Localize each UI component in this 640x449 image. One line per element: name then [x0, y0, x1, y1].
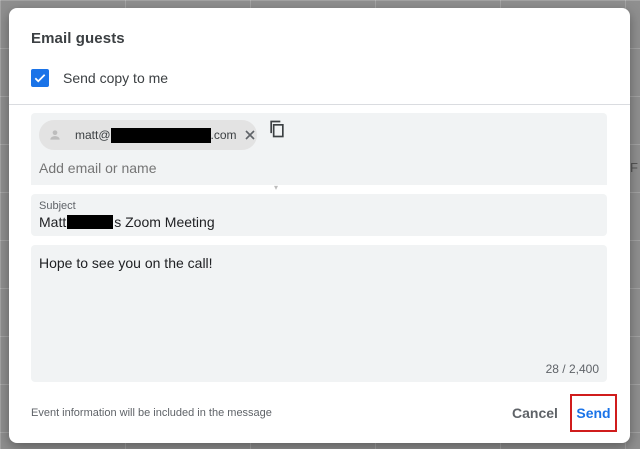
subject-field[interactable]: Subject Matt s Zoom Meeting [31, 194, 607, 236]
background-fragment: F [630, 160, 638, 175]
recipient-email: matt@ .com [75, 127, 237, 143]
redaction-bar [110, 127, 211, 143]
add-email-input[interactable] [39, 160, 339, 176]
subject-value-prefix: Matt [39, 214, 67, 230]
dialog-title: Email guests [31, 30, 125, 47]
recipient-chip[interactable]: matt@ .com [39, 120, 257, 150]
message-field[interactable]: Hope to see you on the call! 28 / 2,400 [31, 245, 607, 382]
redaction-bar [67, 215, 114, 229]
person-icon [45, 125, 65, 145]
send-copy-checkbox[interactable] [31, 69, 49, 87]
resize-handle-icon: ▾ [274, 183, 279, 192]
divider [9, 104, 630, 105]
footer-note: Event information will be included in th… [31, 407, 272, 419]
send-button-label: Send [576, 405, 611, 421]
cancel-button[interactable]: Cancel [506, 402, 564, 424]
send-button[interactable]: Send [570, 394, 617, 432]
send-copy-row[interactable]: Send copy to me [31, 69, 168, 87]
check-icon [34, 74, 46, 83]
subject-value[interactable]: Matt s Zoom Meeting [39, 214, 215, 230]
recipient-email-prefix: matt@ [75, 128, 111, 142]
email-guests-dialog: Email guests Send copy to me matt@ .com [9, 8, 630, 443]
message-text[interactable]: Hope to see you on the call! [39, 255, 213, 271]
send-copy-label: Send copy to me [63, 70, 169, 86]
recipients-field[interactable]: matt@ .com ▾ [31, 113, 607, 192]
copy-icon[interactable] [267, 119, 287, 139]
character-counter: 28 / 2,400 [545, 362, 599, 376]
subject-value-suffix: s Zoom Meeting [114, 214, 215, 230]
recipient-email-suffix: .com [210, 128, 237, 142]
subject-label: Subject [39, 200, 76, 212]
close-icon[interactable] [243, 128, 257, 142]
